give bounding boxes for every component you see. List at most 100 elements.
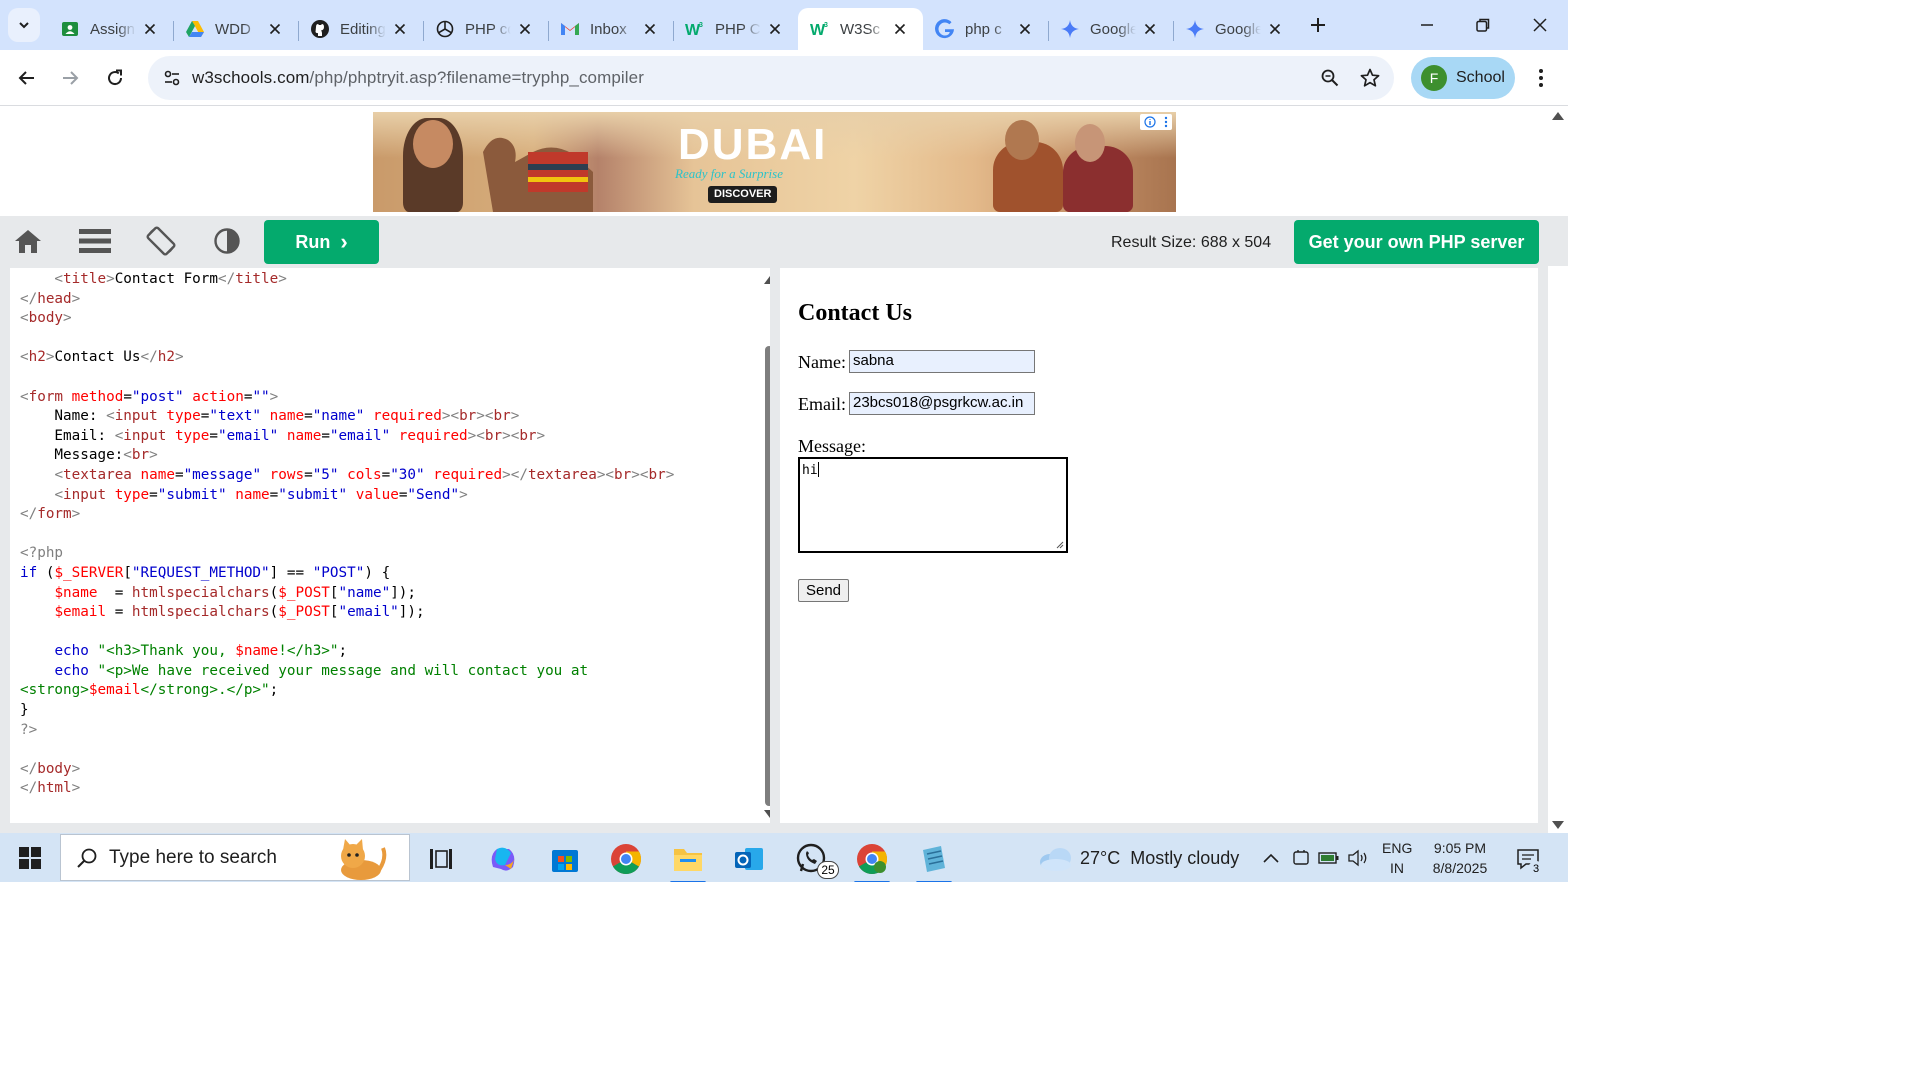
restore-button[interactable] xyxy=(1470,12,1496,38)
close-icon[interactable] xyxy=(641,20,659,38)
tab-2[interactable]: Editing xyxy=(298,8,423,50)
code-token: type xyxy=(166,408,201,425)
page-scroll-down-arrow[interactable] xyxy=(1552,821,1564,829)
message-textarea[interactable]: hi xyxy=(798,457,1068,553)
run-label: Run xyxy=(295,231,331,252)
code-token: </ xyxy=(20,760,38,777)
battery-icon[interactable] xyxy=(1318,847,1340,869)
dark-mode-toggle-icon[interactable] xyxy=(210,224,244,258)
code-token: ( xyxy=(269,604,279,621)
code-line: <h2>Contact Us</h2> xyxy=(20,348,674,368)
close-icon[interactable] xyxy=(766,20,784,38)
tab-0[interactable]: Assignment xyxy=(48,8,173,50)
code-token: </ xyxy=(20,290,38,307)
file-explorer-app[interactable] xyxy=(668,839,708,882)
task-view-button[interactable] xyxy=(421,839,461,879)
weather-widget[interactable]: 27°C Mostly cloudy xyxy=(1038,842,1239,874)
microsoft-store-app[interactable] xyxy=(545,839,585,879)
tab-5[interactable]: W 3 PHP C xyxy=(673,8,798,50)
back-button[interactable] xyxy=(13,64,41,92)
code-scrollbar[interactable] xyxy=(760,268,770,823)
chrome-app[interactable] xyxy=(606,839,646,879)
whatsapp-unread-badge: 25 xyxy=(817,861,839,879)
name-input[interactable]: sabna xyxy=(849,350,1035,373)
reload-button[interactable] xyxy=(101,64,129,92)
close-icon[interactable] xyxy=(266,20,284,38)
volume-icon[interactable] xyxy=(1347,847,1369,869)
new-tab-button[interactable] xyxy=(1306,13,1330,37)
language-indicator[interactable]: ENG IN xyxy=(1382,838,1412,878)
forward-button[interactable] xyxy=(56,64,84,92)
get-own-server-button[interactable]: Get your own PHP server xyxy=(1294,220,1539,264)
run-button[interactable]: Run › xyxy=(264,220,379,264)
tab-1[interactable]: WDD xyxy=(173,8,298,50)
rotate-orientation-icon[interactable] xyxy=(144,224,178,258)
tab-search-button[interactable] xyxy=(8,8,40,42)
resize-grip-icon[interactable] xyxy=(1056,541,1064,549)
page-scroll-up-arrow[interactable] xyxy=(1552,112,1564,120)
home-icon[interactable] xyxy=(11,224,45,258)
profile-button[interactable]: F School xyxy=(1411,57,1515,99)
meet-now-icon[interactable] xyxy=(1290,847,1312,869)
whatsapp-app[interactable]: 25 xyxy=(791,839,839,879)
close-icon[interactable] xyxy=(516,20,534,38)
email-input[interactable]: 23bcs018@psgrkcw.ac.in xyxy=(849,392,1035,415)
system-clock[interactable]: 9:05 PM 8/8/2025 xyxy=(1428,838,1492,878)
scroll-down-arrow[interactable] xyxy=(764,810,770,818)
minimize-button[interactable] xyxy=(1414,12,1440,38)
ad-discover-button[interactable]: DISCOVER xyxy=(708,186,778,203)
code-text[interactable]: <title>Contact Form</title> </head> <body>… xyxy=(20,270,674,799)
zoom-icon[interactable] xyxy=(1318,66,1342,90)
bookmark-star-icon[interactable] xyxy=(1358,66,1382,90)
code-line: $name = htmlspecialchars($_POST["name"])… xyxy=(20,584,674,604)
notification-center-button[interactable]: 3 xyxy=(1514,845,1544,877)
code-token: = xyxy=(381,466,391,483)
ad-banner[interactable]: DUBAI Ready for a Surprise DISCOVER xyxy=(373,112,1176,212)
send-button[interactable]: Send xyxy=(798,579,849,602)
tab-7[interactable]: php c xyxy=(923,8,1048,50)
close-icon[interactable] xyxy=(1141,20,1159,38)
code-line: </body> xyxy=(20,760,674,780)
code-token: "email" xyxy=(218,427,279,444)
close-icon[interactable] xyxy=(391,20,409,38)
code-token: > xyxy=(459,486,468,503)
camel-image xyxy=(483,137,593,212)
ad-choices-button[interactable] xyxy=(1140,114,1172,130)
taskbar-search-box[interactable]: Type here to search xyxy=(60,834,410,881)
hamburger-menu-icon[interactable] xyxy=(78,224,112,258)
close-icon[interactable] xyxy=(141,20,159,38)
chrome-profile-app[interactable] xyxy=(852,839,892,882)
browser-tab-strip: Assignment WDD Editing PHP code Inbox W3 PHP C… xyxy=(0,0,1568,50)
code-token: [ xyxy=(329,584,339,601)
copilot-app[interactable] xyxy=(483,839,523,879)
code-token: "POST" xyxy=(312,564,365,581)
close-window-button[interactable] xyxy=(1527,12,1553,38)
code-token: br xyxy=(519,427,537,444)
code-token: ></ xyxy=(502,466,528,483)
browser-menu-button[interactable] xyxy=(1530,64,1552,92)
tab-8[interactable]: Google xyxy=(1048,8,1173,50)
close-icon[interactable] xyxy=(1266,20,1284,38)
tab-4[interactable]: Inbox xyxy=(548,8,673,50)
code-token: Contact Us xyxy=(54,349,141,366)
address-bar[interactable]: w3schools.com/php/phptryit.asp?filename=… xyxy=(148,56,1394,100)
scroll-thumb[interactable] xyxy=(765,346,770,806)
close-icon[interactable] xyxy=(891,20,909,38)
close-icon[interactable] xyxy=(1016,20,1034,38)
site-info-icon[interactable] xyxy=(160,66,184,90)
tab-6[interactable]: W 3 W3Sc xyxy=(798,8,923,50)
outlook-app[interactable] xyxy=(729,839,769,879)
tab-9[interactable]: Google xyxy=(1173,8,1298,50)
scroll-up-arrow[interactable] xyxy=(764,276,770,284)
code-token: > xyxy=(71,290,81,307)
code-token: ]); xyxy=(398,604,425,621)
notepad-app[interactable] xyxy=(914,839,954,882)
tab-3[interactable]: PHP code xyxy=(423,8,548,50)
show-hidden-icons-button[interactable] xyxy=(1260,847,1282,869)
url-text[interactable]: w3schools.com/php/phptryit.asp?filename=… xyxy=(192,68,644,88)
start-button[interactable] xyxy=(10,842,50,874)
code-token: <strong> xyxy=(20,682,89,699)
code-editor[interactable]: <title>Contact Form</title> </head> <body>… xyxy=(10,268,770,823)
